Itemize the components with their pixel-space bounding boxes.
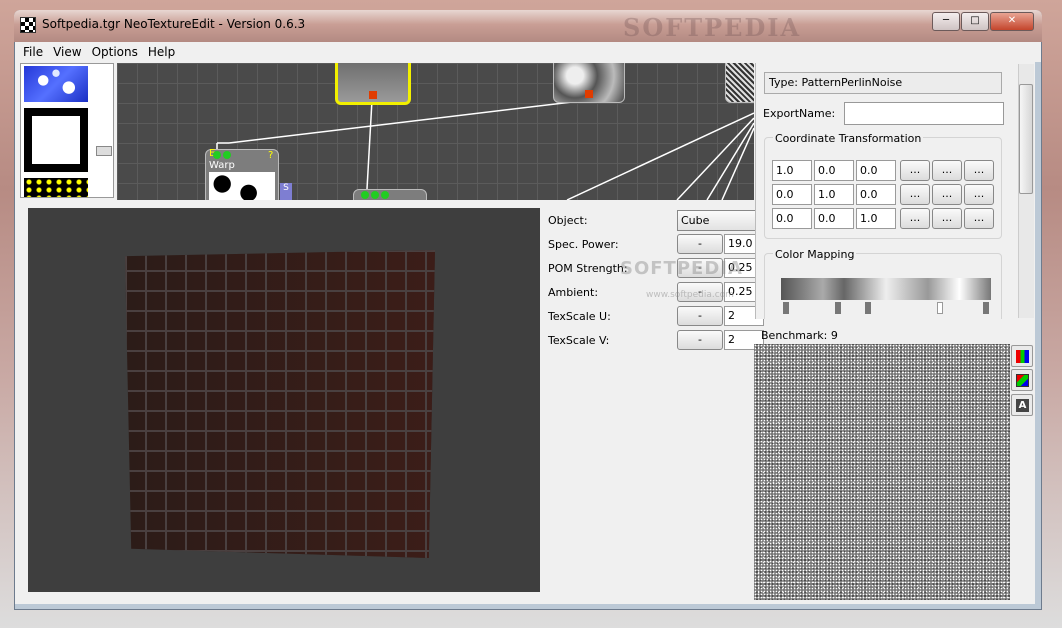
softpedia-url-watermark: www.softpedia.com [646, 290, 734, 300]
app-icon [20, 17, 36, 33]
matrix-dots-button[interactable]: ... [900, 160, 930, 181]
rgb-channel-button[interactable] [1011, 345, 1033, 367]
alpha-icon: A [1016, 399, 1029, 412]
rgb-icon [1016, 350, 1029, 363]
color-mapping-title: Color Mapping [773, 248, 857, 261]
matrix-dots-button[interactable]: ... [964, 184, 994, 205]
output-port[interactable] [369, 91, 377, 99]
preview-settings-panel: Object: Cube Spec. Power: - 19.0 POM Str… [540, 208, 767, 368]
input-port[interactable] [371, 191, 379, 199]
matrix-dots-button[interactable]: ... [964, 160, 994, 181]
close-button[interactable]: ✕ [990, 12, 1034, 31]
window-title: Softpedia.tgr NeoTextureEdit - Version 0… [42, 17, 306, 31]
matrix-dots-button[interactable]: ... [964, 208, 994, 229]
node-selected[interactable] [335, 63, 411, 105]
menu-help[interactable]: Help [148, 45, 175, 59]
pattern-type-box: Type: PatternPerlinNoise [764, 72, 1002, 94]
title-watermark: SOFTPEDIA [623, 13, 802, 42]
pattern-properties-panel: Type: PatternPerlinNoise ExportName: Coo… [755, 63, 1033, 319]
coordinate-transformation-group: Coordinate Transformation 1.0 0.0 0.0 ..… [764, 132, 1002, 239]
alpha-channel-button[interactable]: A [1011, 394, 1033, 416]
rgb-toggle-button[interactable] [1011, 369, 1033, 391]
object-select[interactable]: Cube [677, 210, 767, 231]
matrix-dots-button[interactable]: ... [900, 208, 930, 229]
matrix-cell-10[interactable]: 0.0 [772, 184, 812, 205]
node-noise[interactable] [553, 63, 625, 103]
node-side-tab[interactable]: S [280, 183, 292, 200]
matrix-cell-20[interactable]: 0.0 [772, 208, 812, 229]
thumbnail-square[interactable] [24, 108, 88, 172]
menu-bar: File View Options Help [15, 42, 1041, 62]
menu-options[interactable]: Options [92, 45, 138, 59]
node-graph-canvas[interactable]: E ? Warp S [117, 63, 754, 200]
brick-cube-preview [125, 250, 435, 558]
ambient-label: Ambient: [548, 286, 599, 299]
input-port[interactable] [381, 191, 389, 199]
matrix-cell-01[interactable]: 0.0 [814, 160, 854, 181]
color-gradient-bar[interactable] [781, 278, 991, 300]
gradient-stop[interactable] [865, 302, 871, 314]
matrix-cell-00[interactable]: 1.0 [772, 160, 812, 181]
node-bottom[interactable] [353, 189, 427, 200]
texscale-u-button[interactable]: - [677, 306, 723, 326]
matrix-cell-21[interactable]: 0.0 [814, 208, 854, 229]
output-port[interactable] [585, 90, 593, 98]
pom-strength-label: POM Strength: [548, 262, 628, 275]
matrix-dots-button[interactable]: ... [932, 208, 962, 229]
node-preview [209, 172, 275, 200]
thumbnail-scrollbar[interactable] [96, 146, 112, 156]
matrix-dots-button[interactable]: ... [932, 184, 962, 205]
rgb-slash-icon [1016, 374, 1029, 387]
menu-file[interactable]: File [23, 45, 43, 59]
texscale-v-label: TexScale V: [548, 334, 610, 347]
matrix-dots-button[interactable]: ... [900, 184, 930, 205]
matrix-cell-22[interactable]: 1.0 [856, 208, 896, 229]
gradient-stop[interactable] [783, 302, 789, 314]
node-title: Warp [209, 160, 235, 171]
texscale-v-button[interactable]: - [677, 330, 723, 350]
node-warp[interactable]: E ? Warp [205, 148, 279, 200]
benchmark-label: Benchmark: 9 [761, 329, 838, 342]
matrix-cell-12[interactable]: 0.0 [856, 184, 896, 205]
thumbnail-dots[interactable] [24, 178, 88, 197]
properties-scrollbar[interactable] [1018, 64, 1034, 318]
menu-view[interactable]: View [53, 45, 81, 59]
matrix-cell-02[interactable]: 0.0 [856, 160, 896, 181]
input-port[interactable] [223, 151, 231, 159]
softpedia-watermark: SOFTPEDIA [620, 258, 743, 279]
coordinate-transformation-title: Coordinate Transformation [773, 132, 924, 145]
gradient-stop[interactable] [937, 302, 943, 314]
export-name-label: ExportName: [763, 107, 836, 120]
node-perlin[interactable] [725, 63, 754, 103]
color-mapping-group: Color Mapping [764, 248, 1002, 319]
matrix-cell-11[interactable]: 1.0 [814, 184, 854, 205]
minimize-button[interactable]: ─ [932, 12, 960, 31]
input-port[interactable] [213, 151, 221, 159]
texscale-u-label: TexScale U: [548, 310, 611, 323]
thumbnail-clouds[interactable] [24, 66, 88, 102]
spec-power-label: Spec. Power: [548, 238, 619, 251]
export-name-input[interactable] [844, 102, 1004, 125]
gradient-stop[interactable] [983, 302, 989, 314]
gradient-stop[interactable] [835, 302, 841, 314]
maximize-button[interactable]: □ [961, 12, 989, 31]
input-port[interactable] [361, 191, 369, 199]
spec-power-button[interactable]: - [677, 234, 723, 254]
object-label: Object: [548, 214, 588, 227]
matrix-dots-button[interactable]: ... [932, 160, 962, 181]
node-help-icon[interactable]: ? [268, 150, 273, 161]
texture-preview-image [754, 344, 1010, 600]
pattern-thumbnail-list[interactable] [20, 63, 114, 198]
scrollbar-thumb[interactable] [1019, 84, 1033, 194]
